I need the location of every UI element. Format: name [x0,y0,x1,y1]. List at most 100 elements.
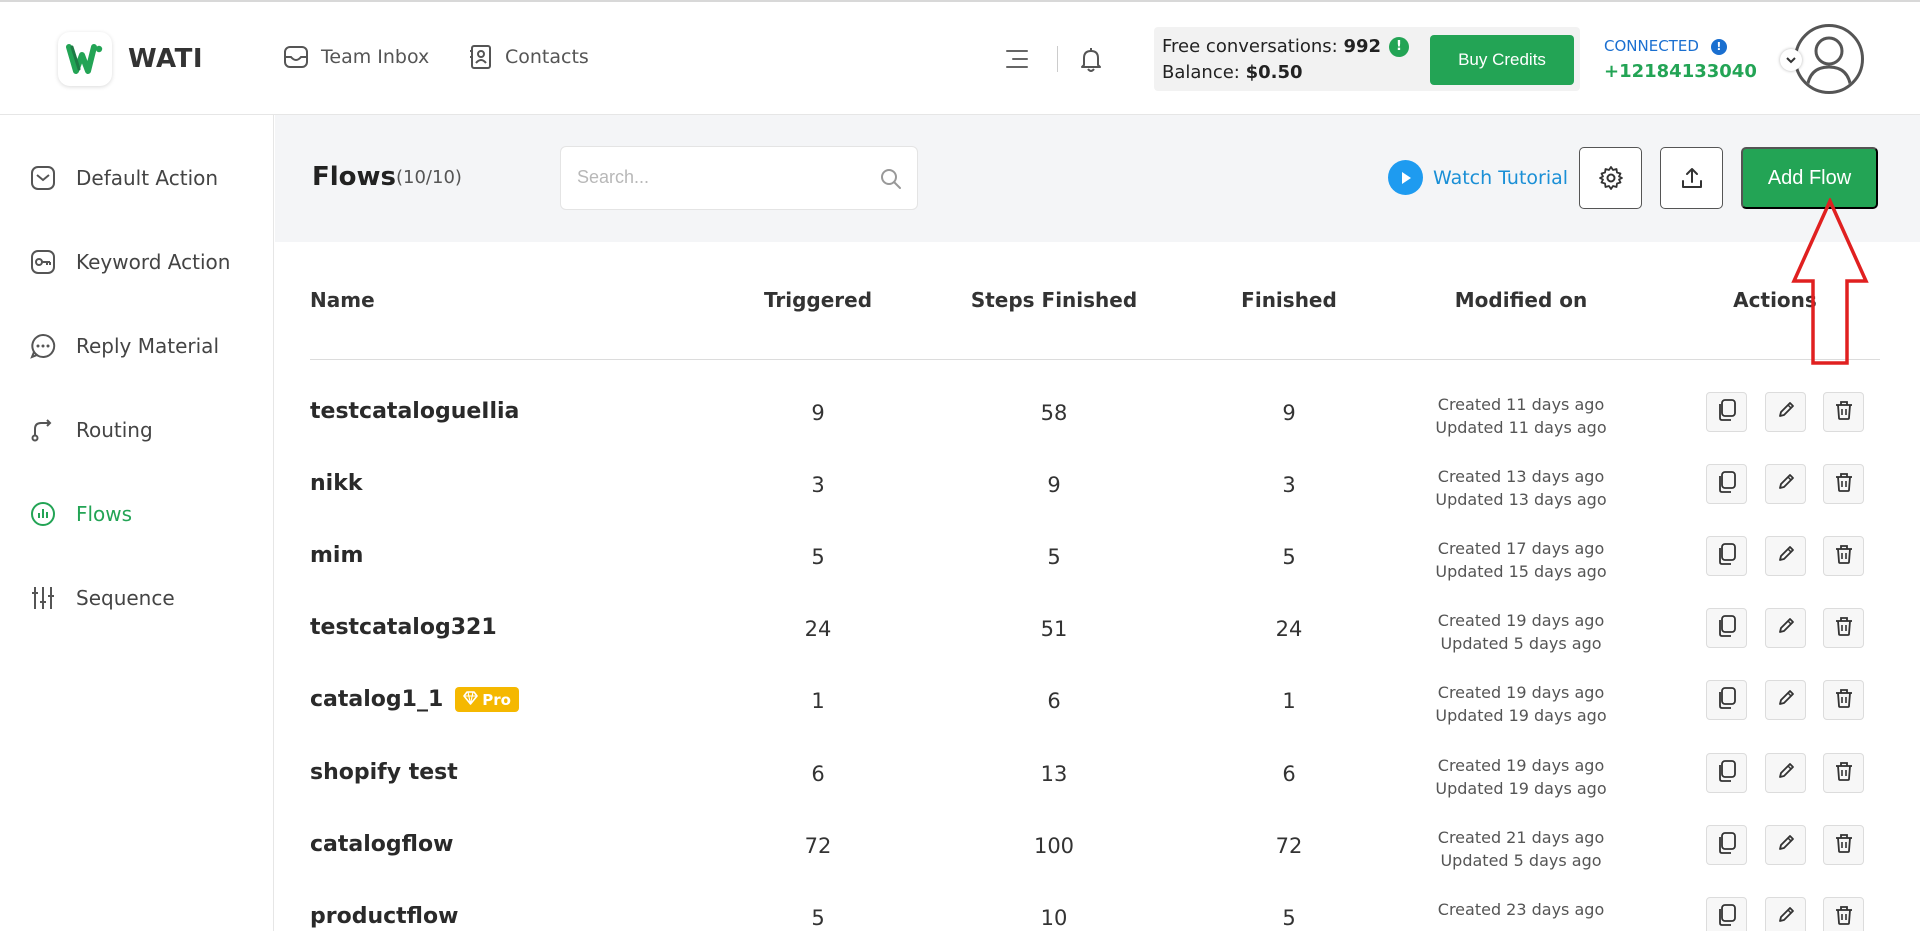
pencil-icon [1776,833,1796,857]
table-row[interactable]: catalog1_1 Pro 1 6 1 Created 19 days ago Updat… [0,669,1920,741]
duplicate-button[interactable] [1706,464,1747,505]
default-action-icon [31,166,55,190]
flow-name-text: testcatalogueIlia [310,399,520,424]
table-row[interactable]: mim 5 5 5 Created 17 days ago Updated 15 days… [0,525,1920,597]
edit-button[interactable] [1765,896,1806,931]
delete-button[interactable] [1823,536,1864,577]
triggered-count: 3 [811,473,825,498]
table-row[interactable]: productflow 5 10 5 Created 23 days ago [0,886,1920,931]
duplicate-button[interactable] [1706,896,1747,931]
updated-text: Updated 19 days ago [1435,778,1607,798]
flow-name[interactable]: testcatalog321 [310,615,497,640]
pencil-icon [1776,400,1796,424]
delete-button[interactable] [1823,752,1864,793]
column-header-modified-on: Modified on [1454,288,1588,312]
steps-finished-count: 9 [1047,473,1061,498]
chevron-down-icon[interactable] [1780,49,1802,71]
table-row[interactable]: testcatalog321 24 51 24 Created 19 days ago U… [0,597,1920,669]
flow-name-text: shopify test [310,759,458,785]
avatar[interactable] [1794,24,1864,94]
copy-icon [1716,398,1738,426]
trash-icon [1833,904,1855,930]
pro-badge: Pro [455,687,519,713]
finished-count: 9 [1282,401,1296,425]
upload-button[interactable] [1660,147,1723,209]
duplicate-button[interactable] [1706,824,1747,865]
duplicate-button[interactable] [1706,608,1747,649]
settings-button[interactable] [1579,147,1642,209]
watch-tutorial-link[interactable]: Watch Tutorial [1388,160,1568,195]
nav-team-inbox[interactable]: Team Inbox [283,44,429,70]
nav-contacts-label: Contacts [505,46,589,68]
search-icon[interactable] [879,167,903,195]
updated-text: Updated 11 days ago [1435,418,1607,437]
sidebar-item-default-action[interactable]: Default Action [30,165,218,191]
search-input[interactable] [577,167,867,188]
table-row[interactable]: shopify test 6 13 6 Created 19 days ago Updat… [0,742,1920,814]
delete-button[interactable] [1823,824,1864,865]
edit-button[interactable] [1765,680,1806,721]
nav-team-inbox-label: Team Inbox [321,46,430,68]
nav-contacts[interactable]: Contacts [469,44,589,70]
edit-button[interactable] [1765,464,1806,505]
edit-button[interactable] [1765,536,1806,577]
buy-credits-button[interactable]: Buy Credits [1430,35,1574,85]
brand-logo[interactable]: WATI [58,32,203,86]
delete-button[interactable] [1823,608,1864,649]
delete-button[interactable] [1823,464,1864,505]
trash-icon [1833,615,1855,641]
triggered-count: 72 [804,833,832,858]
edit-button[interactable] [1765,824,1806,865]
watch-tutorial-label: Watch Tutorial [1433,166,1569,189]
delete-button[interactable] [1823,896,1864,931]
table-row[interactable]: testcatalogueIlia 9 58 9 Created 11 days ago… [0,381,1920,453]
flow-name[interactable]: productflow [310,904,458,929]
duplicate-button[interactable] [1706,680,1747,721]
flow-name-text: mim [310,543,364,569]
edit-button[interactable] [1765,752,1806,793]
flow-name[interactable]: catalog1_1 Pro [310,687,519,713]
finished-count: 24 [1275,617,1303,642]
copy-icon [1716,759,1738,787]
connection-status: CONNECTED! [1604,37,1727,55]
flow-name[interactable]: catalogflow [310,832,453,857]
connection-info-icon[interactable]: ! [1710,38,1727,55]
delete-button[interactable] [1823,680,1864,721]
created-text: Created 13 days ago [1437,467,1605,487]
contacts-icon [470,45,491,69]
flow-name-text: catalog1_1 [310,687,444,713]
info-icon[interactable]: ! [1389,37,1410,57]
trash-icon [1833,832,1855,858]
trash-icon [1833,471,1855,497]
column-header-triggered: Triggered [763,288,873,312]
duplicate-button[interactable] [1706,752,1747,793]
flow-name-text: productflow [310,903,459,929]
duplicate-button[interactable] [1706,536,1747,577]
duplicate-button[interactable] [1706,392,1747,432]
menu-icon[interactable] [1004,47,1030,75]
edit-button[interactable] [1765,608,1806,649]
delete-button[interactable] [1823,392,1864,432]
page-title: Flows [312,162,397,192]
modified-on: Created 23 days ago [1438,898,1604,921]
table-row[interactable]: nikk 3 9 3 Created 13 days ago Updated 13 day… [0,453,1920,525]
notification-bell-icon[interactable] [1078,46,1104,78]
header-divider [1057,46,1058,72]
trash-icon [1833,543,1855,569]
modified-on: Created 21 days ago Updated 5 days ago [1438,826,1604,872]
flow-name[interactable]: mim [310,543,363,568]
flow-name[interactable]: testcatalogueIlia [310,399,519,424]
modified-on: Created 19 days ago Updated 19 days ago [1435,754,1606,800]
modified-on: Created 11 days ago Updated 11 days ago [1435,393,1606,439]
table-row[interactable]: catalogflow 72 100 72 Created 21 days ago Upd… [0,814,1920,886]
created-text: Created 21 days ago [1437,827,1605,847]
sidebar-item-keyword-action[interactable]: Keyword Action [30,249,230,275]
flow-name[interactable]: shopify test [310,760,458,785]
flow-name[interactable]: nikk [310,471,362,496]
sidebar-item-reply-material[interactable]: Reply Material [30,333,219,359]
created-text: Created 23 days ago [1437,899,1605,919]
pencil-icon [1776,905,1796,929]
triggered-count: 5 [811,545,825,570]
copy-icon [1716,686,1738,714]
edit-button[interactable] [1765,392,1806,432]
